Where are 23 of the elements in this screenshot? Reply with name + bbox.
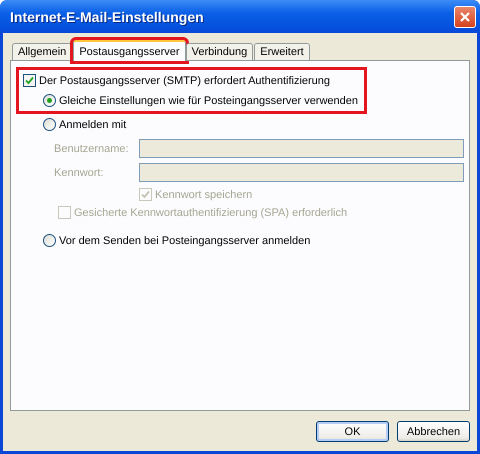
- radio-label: Vor dem Senden bei Posteingangsserver anmelden: [59, 234, 310, 246]
- tab[interactable]: Allgemein: [12, 43, 72, 61]
- field-label: Kennwort:: [54, 166, 105, 178]
- cancel-button[interactable]: Abbrechen: [397, 421, 470, 442]
- tab[interactable]: Erweitert: [254, 43, 310, 61]
- check-icon: [141, 190, 150, 199]
- radio-button[interactable]: [43, 94, 56, 107]
- radio-label: Anmelden mit: [59, 118, 126, 130]
- window-title: Internet-E-Mail-Einstellungen: [9, 8, 204, 24]
- radio-button[interactable]: [43, 118, 56, 131]
- tab[interactable]: Verbindung: [186, 43, 254, 61]
- ok-button[interactable]: OK: [316, 421, 389, 442]
- checkbox-label: Gesicherte Kennwortauthentifizierung (SPA) erforderlich: [74, 206, 348, 218]
- close-icon: [459, 10, 471, 22]
- close-button[interactable]: [454, 6, 476, 28]
- field-label: Benutzername:: [54, 142, 130, 154]
- tab[interactable]: Postausgangsserver: [73, 40, 186, 61]
- radio-label: Gleiche Einstellungen wie für Posteingangsserver verwenden: [59, 94, 358, 106]
- checkbox-label: Kennwort speichern: [155, 188, 252, 200]
- check-icon: [25, 76, 34, 85]
- checkbox[interactable]: [23, 74, 36, 87]
- checkbox-label: Der Postausgangsserver (SMTP) erfordert Authentifizierung: [39, 74, 330, 86]
- radio-button[interactable]: [43, 234, 56, 247]
